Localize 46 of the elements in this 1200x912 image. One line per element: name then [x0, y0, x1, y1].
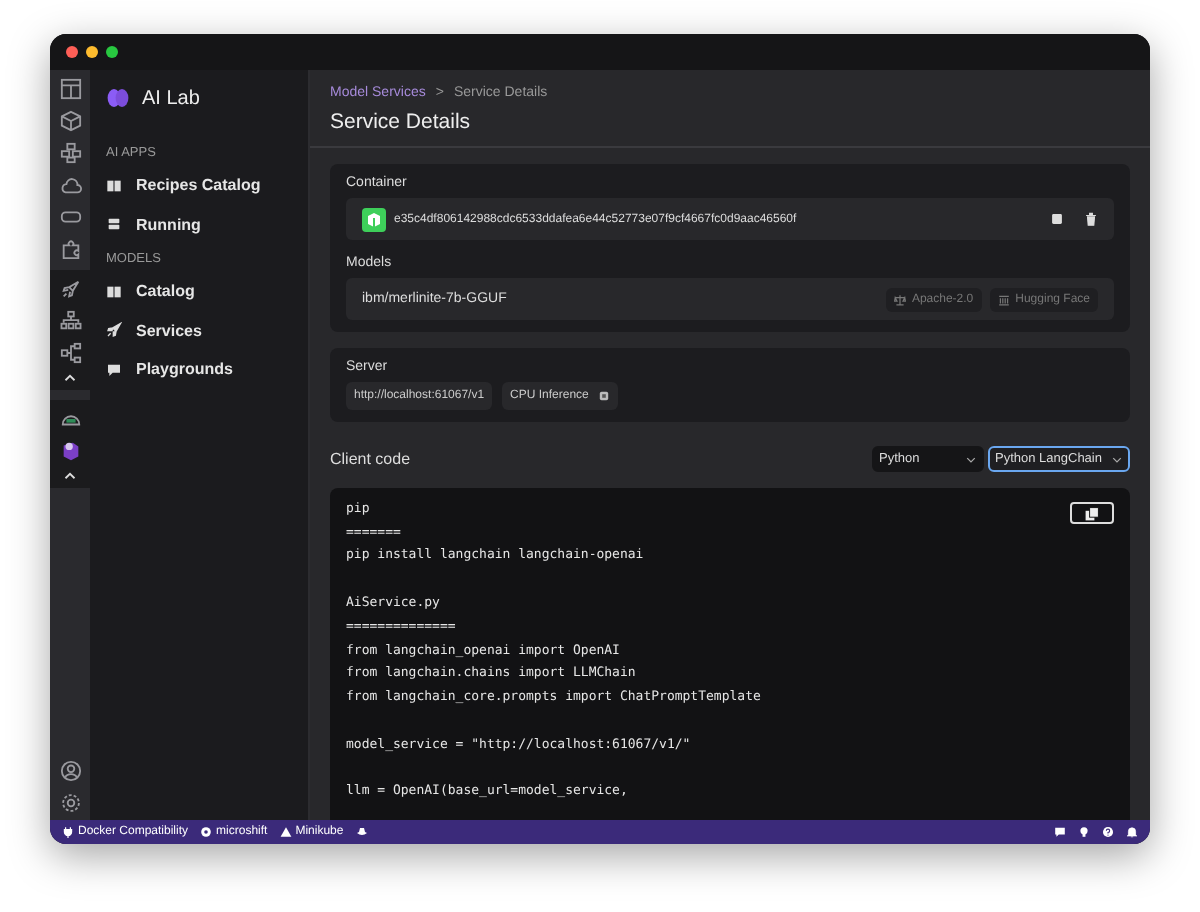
circle-icon	[200, 826, 213, 838]
chevron-down-icon	[1112, 455, 1122, 463]
warning-icon	[279, 826, 292, 838]
chat-icon	[106, 361, 122, 378]
app-title: AI Lab	[142, 87, 200, 109]
book-icon	[106, 177, 122, 194]
cloud-icon[interactable]	[59, 174, 81, 196]
lightbulb-icon[interactable]	[1078, 826, 1090, 838]
page-title: Service Details	[330, 110, 473, 134]
brain-icon	[106, 86, 130, 110]
rocket-icon[interactable]	[59, 278, 81, 300]
server-icon	[106, 216, 122, 233]
close-button[interactable]	[66, 46, 78, 58]
nav-item[interactable]: Services	[106, 311, 292, 350]
settings-icon[interactable]	[59, 792, 81, 814]
nav-item[interactable]: Recipes Catalog	[106, 166, 292, 205]
boxes-icon[interactable]	[59, 142, 81, 164]
chevron-up-icon[interactable]	[64, 374, 76, 382]
chip-icon	[598, 390, 611, 402]
dashboard-icon[interactable]	[59, 78, 81, 100]
network-icon[interactable]	[59, 342, 81, 364]
rocket-icon	[106, 322, 122, 339]
help-icon[interactable]	[1102, 826, 1114, 838]
copy-button[interactable]	[1070, 502, 1114, 524]
minimize-button[interactable]	[86, 46, 98, 58]
nav-item[interactable]: Catalog	[106, 272, 292, 311]
nav-item[interactable]: Running	[106, 205, 292, 244]
plug-icon	[62, 826, 74, 838]
bell-icon[interactable]	[1126, 826, 1138, 838]
library-icon	[997, 293, 1010, 305]
chevron-down-icon	[965, 455, 975, 463]
container-icon	[362, 207, 386, 231]
chevron-up-icon[interactable]	[64, 472, 76, 480]
stop-icon[interactable]	[1050, 212, 1064, 226]
cube-icon[interactable]	[59, 110, 81, 132]
hierarchy-icon[interactable]	[59, 310, 81, 332]
book-icon	[106, 283, 122, 300]
puzzle-icon[interactable]	[59, 238, 81, 260]
section-title: Client code	[330, 450, 411, 468]
copy-icon	[1084, 505, 1100, 521]
chat-icon[interactable]	[1054, 826, 1066, 838]
scale-icon	[893, 293, 906, 305]
nav-item[interactable]: Playgrounds	[106, 350, 292, 389]
account-icon[interactable]	[59, 760, 81, 782]
maximize-button[interactable]	[106, 46, 118, 58]
delete-icon[interactable]	[1084, 212, 1098, 226]
